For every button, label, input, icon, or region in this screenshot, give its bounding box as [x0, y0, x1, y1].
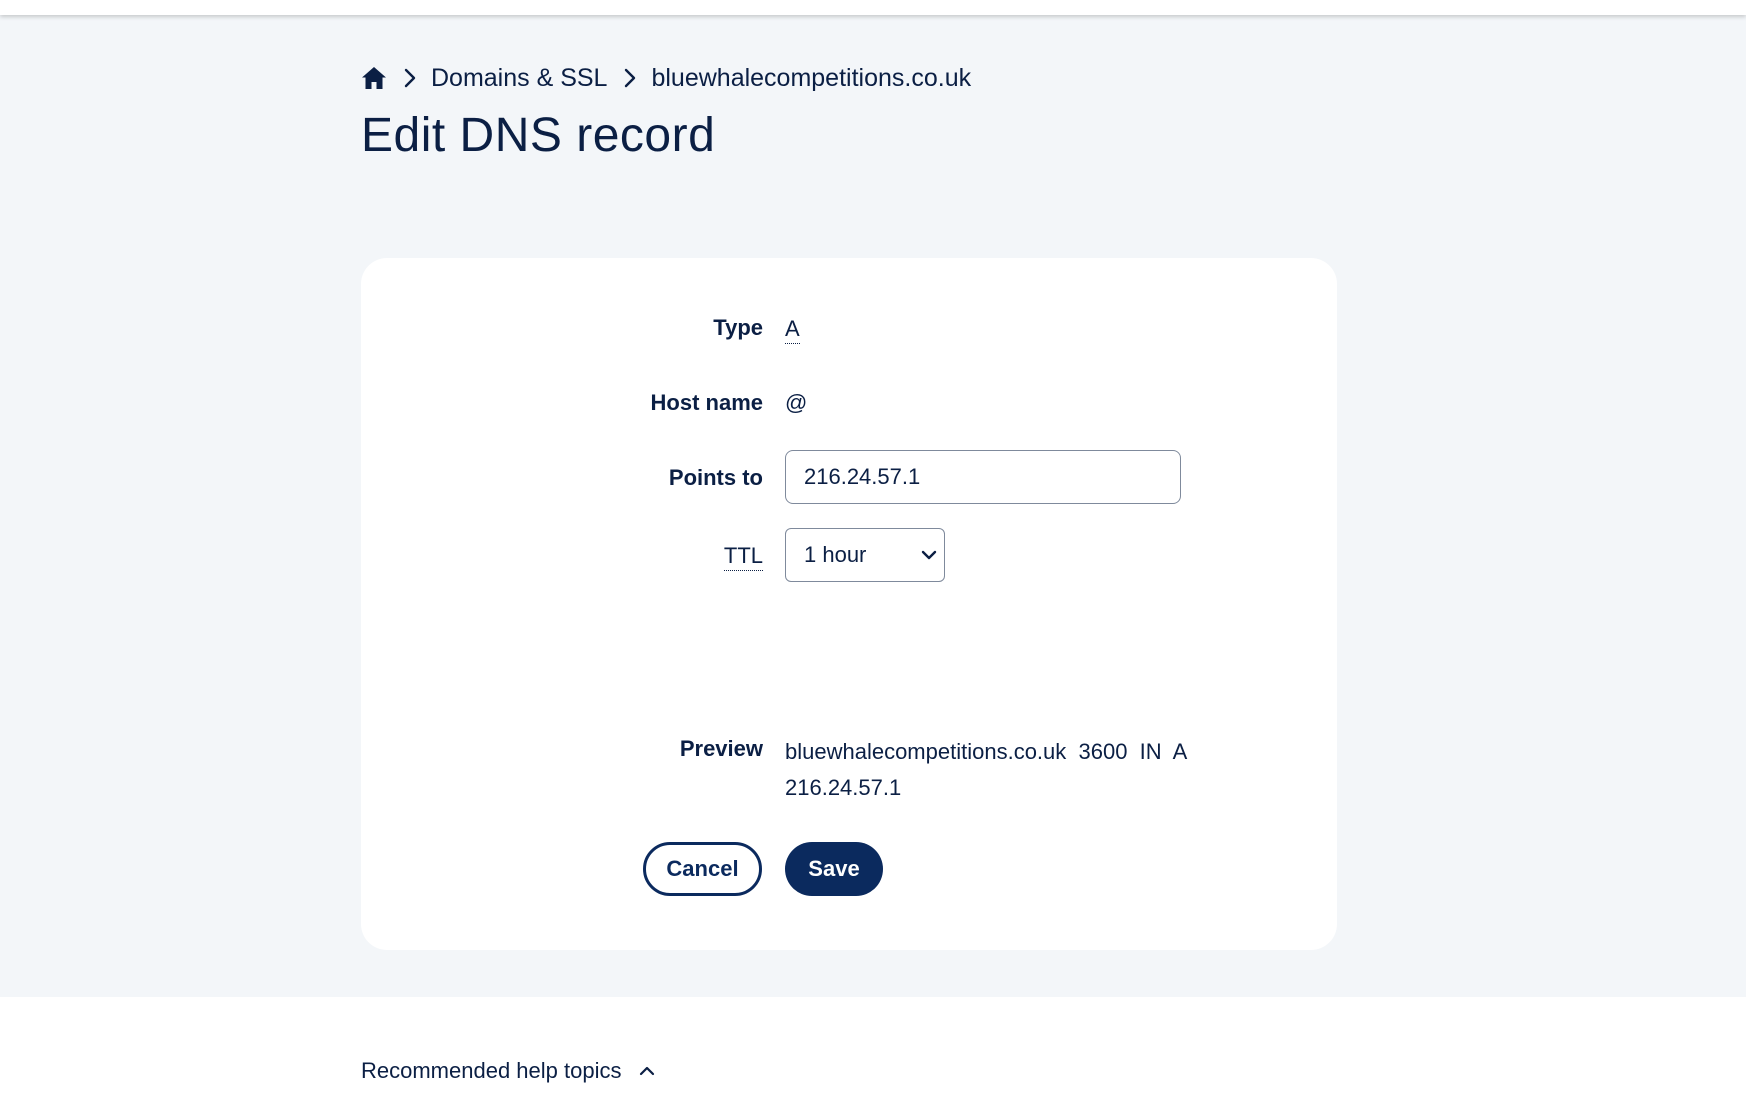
ttl-selected-value: 1 hour — [804, 542, 867, 567]
host-name-label: Host name — [650, 390, 763, 415]
chevron-right-icon — [403, 68, 417, 88]
page-title: Edit DNS record — [361, 109, 716, 162]
home-icon[interactable] — [361, 66, 387, 90]
preview-value: bluewhalecompetitions.co.uk 3600 IN A 21… — [785, 739, 1193, 800]
preview-label: Preview — [679, 736, 763, 761]
chevron-down-icon — [920, 549, 938, 561]
top-bar — [0, 0, 1746, 15]
points-to-input[interactable] — [785, 450, 1181, 504]
type-label: Type — [713, 315, 763, 340]
recommended-help-topics-toggle[interactable]: Recommended help topics — [361, 1058, 655, 1084]
points-to-label: Points to — [668, 465, 763, 490]
breadcrumb: Domains & SSL bluewhalecompetitions.co.u… — [361, 62, 971, 94]
save-button[interactable]: Save — [785, 842, 883, 896]
help-topics-label: Recommended help topics — [361, 1058, 622, 1083]
type-value: A — [785, 316, 800, 344]
host-name-value: @ — [785, 390, 808, 415]
ttl-select[interactable]: 1 hour — [785, 528, 945, 582]
chevron-right-icon — [623, 68, 637, 88]
cancel-button[interactable]: Cancel — [643, 842, 762, 896]
ttl-label: TTL — [723, 543, 763, 571]
breadcrumb-item-domains[interactable]: Domains & SSL — [431, 64, 607, 93]
breadcrumb-item-domain[interactable]: bluewhalecompetitions.co.uk — [651, 64, 971, 93]
dns-record-form: Type A Host name @ Points to TTL 1 hour … — [361, 258, 1337, 950]
chevron-up-icon — [639, 1065, 655, 1077]
